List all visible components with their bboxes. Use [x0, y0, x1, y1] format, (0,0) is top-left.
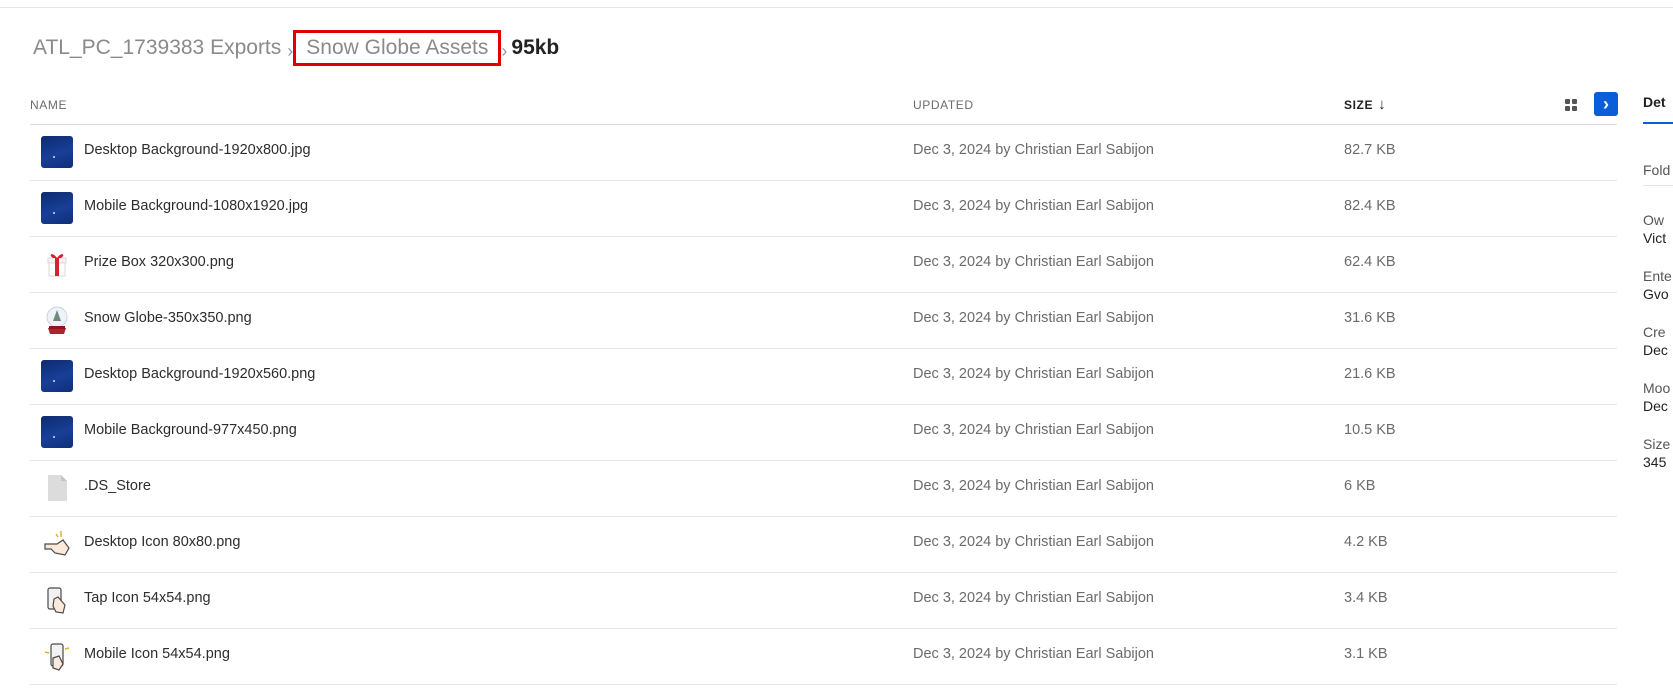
details-label-folder: Fold [1643, 162, 1671, 178]
breadcrumb-current: 95kb [511, 36, 560, 59]
image-thumbnail [41, 416, 73, 448]
table-row[interactable]: .DS_Store Dec 3, 2024 by Christian Earl … [30, 461, 1617, 517]
file-size: 4.2 KB [1344, 534, 1388, 550]
details-divider [1643, 185, 1673, 186]
file-size: 82.7 KB [1344, 142, 1396, 158]
details-tab-underline [1643, 122, 1673, 124]
tap-phone-thumbnail [41, 584, 73, 616]
image-thumbnail [41, 360, 73, 392]
gift-box-thumbnail [41, 248, 73, 280]
file-updated: Dec 3, 2024 by Christian Earl Sabijon [913, 310, 1154, 326]
file-name[interactable]: Mobile Icon 54x54.png [84, 646, 230, 662]
file-updated: Dec 3, 2024 by Christian Earl Sabijon [913, 646, 1154, 662]
details-label-enterprise: Ente [1643, 268, 1672, 284]
table-row[interactable]: Mobile Background-1080x1920.jpg Dec 3, 2… [30, 181, 1617, 237]
details-value-enterprise: Gvo [1643, 286, 1669, 302]
details-label-modified: Moo [1643, 380, 1671, 396]
file-name[interactable]: Desktop Background-1920x800.jpg [84, 142, 311, 158]
details-label-created: Cre [1643, 324, 1666, 340]
file-size: 82.4 KB [1344, 198, 1396, 214]
file-name[interactable]: Tap Icon 54x54.png [84, 590, 211, 606]
column-header-name[interactable]: NAME [30, 98, 67, 112]
file-size: 62.4 KB [1344, 254, 1396, 270]
file-name[interactable]: Mobile Background-1080x1920.jpg [84, 198, 308, 214]
details-value-size: 345 [1643, 454, 1667, 470]
top-divider [0, 7, 1673, 8]
table-row[interactable]: Prize Box 320x300.png Dec 3, 2024 by Chr… [30, 237, 1617, 293]
file-updated: Dec 3, 2024 by Christian Earl Sabijon [913, 198, 1154, 214]
grid-view-icon[interactable] [1560, 94, 1582, 116]
file-updated: Dec 3, 2024 by Christian Earl Sabijon [913, 254, 1154, 270]
mobile-shake-thumbnail [41, 640, 73, 672]
file-name[interactable]: .DS_Store [84, 478, 151, 494]
image-thumbnail [41, 136, 73, 168]
file-size: 10.5 KB [1344, 422, 1396, 438]
file-size: 3.4 KB [1344, 590, 1388, 606]
table-row[interactable]: Snow Globe-350x350.png Dec 3, 2024 by Ch… [30, 293, 1617, 349]
sort-arrow-down-icon: ↓ [1378, 96, 1387, 113]
details-label-size: Size [1643, 436, 1671, 452]
hand-pointer-thumbnail [41, 528, 73, 560]
snow-globe-thumbnail [41, 304, 73, 336]
file-updated: Dec 3, 2024 by Christian Earl Sabijon [913, 142, 1154, 158]
table-row[interactable]: Tap Icon 54x54.png Dec 3, 2024 by Christ… [30, 573, 1617, 629]
breadcrumb-separator-icon: › [287, 40, 294, 61]
table-row[interactable]: Mobile Icon 54x54.png Dec 3, 2024 by Chr… [30, 629, 1617, 685]
table-row[interactable]: Mobile Background-977x450.png Dec 3, 202… [30, 405, 1617, 461]
file-name[interactable]: Snow Globe-350x350.png [84, 310, 252, 326]
breadcrumb: ATL_PC_1739383 Exports › Snow Globe Asse… [33, 30, 560, 66]
file-name[interactable]: Prize Box 320x300.png [84, 254, 234, 270]
details-value-owner: Vict [1643, 230, 1667, 246]
file-updated: Dec 3, 2024 by Christian Earl Sabijon [913, 534, 1154, 550]
file-size: 3.1 KB [1344, 646, 1388, 662]
table-row[interactable]: Desktop Background-1920x560.png Dec 3, 2… [30, 349, 1617, 405]
file-name[interactable]: Desktop Icon 80x80.png [84, 534, 240, 550]
table-row[interactable]: Desktop Icon 80x80.png Dec 3, 2024 by Ch… [30, 517, 1617, 573]
image-thumbnail [41, 192, 73, 224]
file-updated: Dec 3, 2024 by Christian Earl Sabijon [913, 422, 1154, 438]
file-updated: Dec 3, 2024 by Christian Earl Sabijon [913, 366, 1154, 382]
details-value-created: Dec [1643, 342, 1668, 358]
file-updated: Dec 3, 2024 by Christian Earl Sabijon [913, 590, 1154, 606]
file-icon [41, 472, 73, 504]
details-value-modified: Dec [1643, 398, 1668, 414]
details-label-owner: Ow [1643, 212, 1664, 228]
column-header-size[interactable]: SIZE ↓ [1344, 96, 1387, 113]
file-size: 6 KB [1344, 478, 1376, 494]
file-name[interactable]: Mobile Background-977x450.png [84, 422, 297, 438]
breadcrumb-root[interactable]: ATL_PC_1739383 Exports [33, 36, 281, 60]
column-header-size-label: SIZE [1344, 98, 1374, 112]
file-list: Desktop Background-1920x800.jpg Dec 3, 2… [30, 125, 1617, 685]
file-updated: Dec 3, 2024 by Christian Earl Sabijon [913, 478, 1154, 494]
column-header-updated[interactable]: UPDATED [913, 98, 974, 112]
table-header: NAME UPDATED SIZE ↓ › [30, 90, 1618, 125]
table-row[interactable]: Desktop Background-1920x800.jpg Dec 3, 2… [30, 125, 1617, 181]
details-tab[interactable]: Det [1643, 94, 1666, 110]
file-size: 21.6 KB [1344, 366, 1396, 382]
breadcrumb-folder[interactable]: Snow Globe Assets [293, 30, 502, 66]
breadcrumb-separator-icon: › [501, 40, 508, 61]
file-name[interactable]: Desktop Background-1920x560.png [84, 366, 315, 382]
file-size: 31.6 KB [1344, 310, 1396, 326]
expand-details-chevron-right-icon[interactable]: › [1594, 92, 1618, 116]
